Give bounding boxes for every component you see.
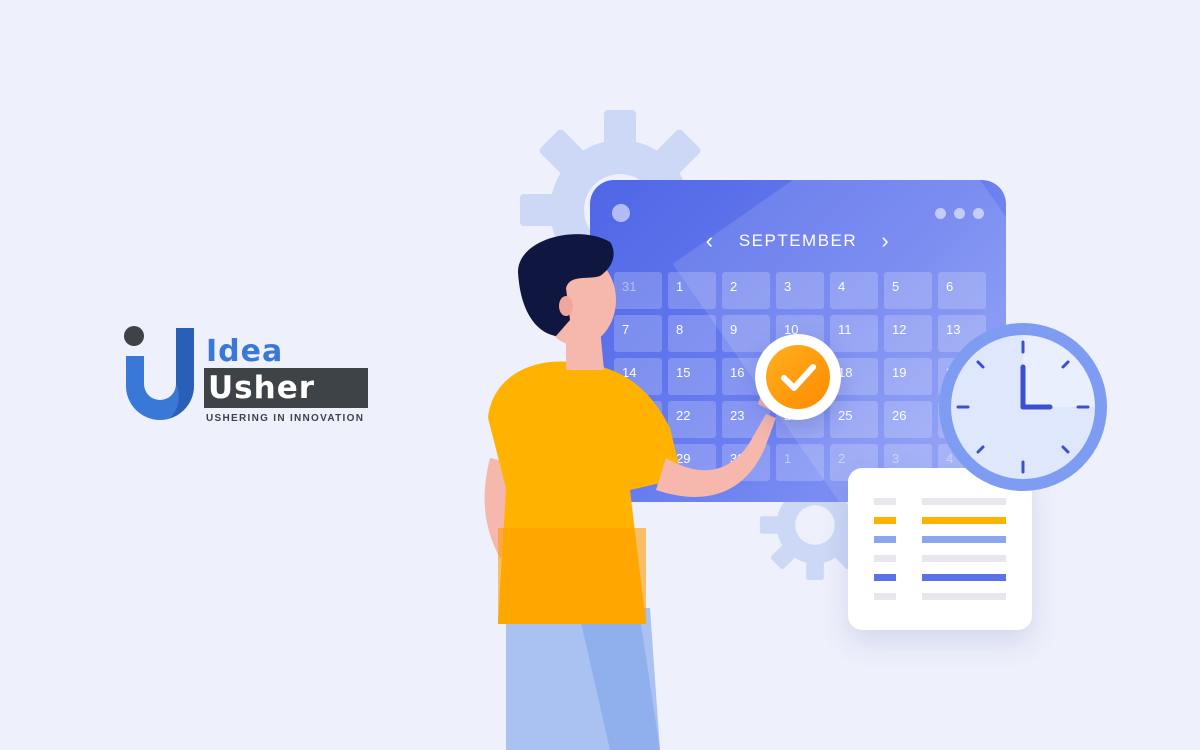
- calendar-day-cell[interactable]: 5: [884, 272, 932, 309]
- checkmark-icon: [781, 364, 816, 391]
- calendar-day-cell[interactable]: 12: [884, 315, 932, 352]
- calendar-day-cell[interactable]: 11: [830, 315, 878, 352]
- clock-icon: [939, 323, 1107, 491]
- calendar-day-cell[interactable]: 26: [884, 401, 932, 438]
- idea-usher-logo: Idea Usher USHERING IN INNOVATION: [120, 322, 380, 432]
- calendar-day-cell[interactable]: 4: [830, 272, 878, 309]
- calendar-dot-icon: [612, 204, 630, 222]
- more-options-icon[interactable]: [935, 208, 984, 219]
- logo-tagline: USHERING IN INNOVATION: [206, 413, 365, 424]
- selected-date-check-badge[interactable]: [755, 334, 841, 420]
- logo-word-idea: Idea: [206, 334, 284, 369]
- chevron-right-icon[interactable]: ›: [881, 228, 890, 254]
- logo-word-usher: Usher: [204, 368, 368, 408]
- calendar-day-cell[interactable]: 25: [830, 401, 878, 438]
- person-illustration: [484, 234, 778, 750]
- logo-u-mark-icon: [124, 326, 194, 420]
- calendar-day-cell[interactable]: 6: [938, 272, 986, 309]
- calendar-day-cell[interactable]: 19: [884, 358, 932, 395]
- task-list-card: [848, 468, 1032, 630]
